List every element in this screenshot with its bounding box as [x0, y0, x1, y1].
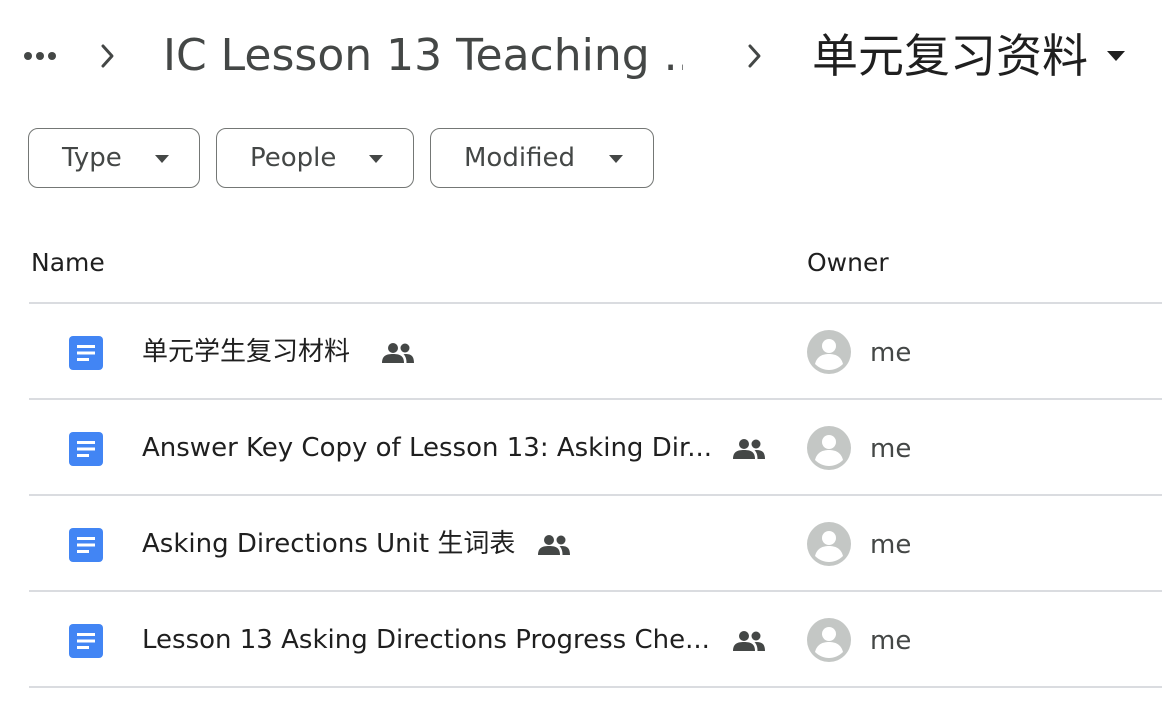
arrow-drop-down-icon: [609, 155, 623, 163]
people-filter-chip[interactable]: People: [216, 128, 414, 188]
google-docs-icon: [69, 432, 103, 466]
type-filter-chip[interactable]: Type: [28, 128, 200, 188]
shared-people-icon: [538, 535, 570, 555]
shared-people-icon: [382, 343, 414, 363]
owner-label: me: [870, 626, 912, 656]
modified-filter-chip[interactable]: Modified: [430, 128, 654, 188]
shared-people-icon: [733, 631, 765, 651]
shared-people-icon: [733, 439, 765, 459]
breadcrumb-current-folder[interactable]: 单元复习资料: [812, 26, 1126, 86]
google-docs-icon: [69, 336, 103, 370]
avatar-icon: [807, 618, 851, 662]
avatar-icon: [807, 522, 851, 566]
row-divider: [29, 590, 1162, 592]
file-row[interactable]: Asking Directions Unit 生词表 me: [29, 497, 1162, 591]
people-filter-label: People: [250, 143, 337, 173]
file-row[interactable]: Answer Key Copy of Lesson 13: Asking Dir…: [29, 401, 1162, 495]
google-docs-icon: [69, 528, 103, 562]
arrow-drop-down-icon: [1107, 51, 1125, 61]
breadcrumb-parent-folder[interactable]: IC Lesson 13 Teaching ...: [163, 28, 683, 84]
header-divider: [29, 302, 1162, 304]
owner-label: me: [870, 530, 912, 560]
breadcrumb: IC Lesson 13 Teaching ... 单元复习资料: [0, 0, 1162, 112]
owner-label: me: [870, 338, 912, 368]
file-name: 单元学生复习材料: [142, 337, 351, 367]
file-name: Asking Directions Unit 生词表: [142, 529, 516, 559]
chevron-right-icon: [748, 44, 761, 68]
more-icon[interactable]: [18, 36, 62, 76]
modified-filter-label: Modified: [464, 143, 575, 173]
arrow-drop-down-icon: [369, 155, 383, 163]
owner-label: me: [870, 434, 912, 464]
name-column-header[interactable]: Name: [31, 248, 105, 277]
avatar-icon: [807, 426, 851, 470]
row-divider: [29, 398, 1162, 400]
arrow-drop-down-icon: [155, 155, 169, 163]
owner-column-header: Owner: [807, 248, 889, 277]
type-filter-label: Type: [62, 143, 122, 173]
file-name: Answer Key Copy of Lesson 13: Asking Dir…: [142, 433, 713, 463]
drive-folder-view: IC Lesson 13 Teaching ... 单元复习资料 Type Pe…: [0, 0, 1162, 710]
avatar-icon: [807, 330, 851, 374]
file-name: Lesson 13 Asking Directions Progress Che…: [142, 625, 710, 655]
row-divider: [29, 686, 1162, 688]
row-divider: [29, 494, 1162, 496]
file-row[interactable]: Lesson 13 Asking Directions Progress Che…: [29, 593, 1162, 687]
current-folder-title: 单元复习资料: [812, 29, 1088, 83]
file-row[interactable]: 单元学生复习材料 me: [29, 305, 1162, 399]
chevron-right-icon: [101, 44, 114, 68]
google-docs-icon: [69, 624, 103, 658]
